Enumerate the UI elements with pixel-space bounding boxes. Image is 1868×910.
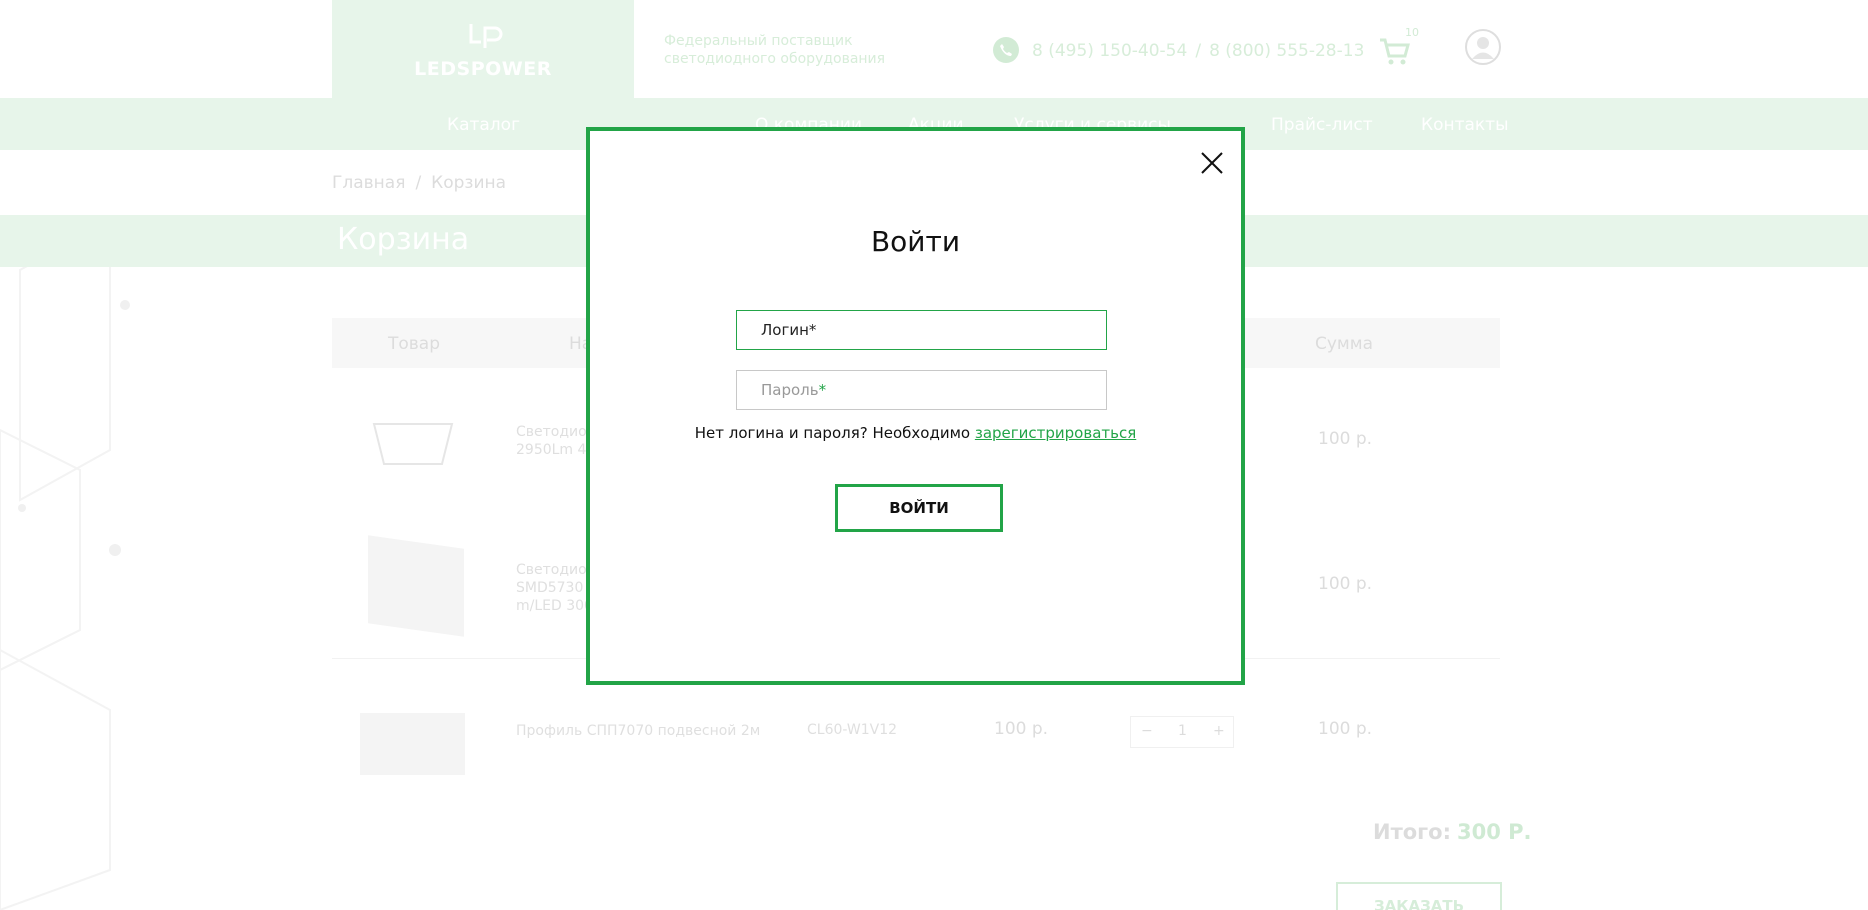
total-amount: 300 Р. <box>1456 820 1532 844</box>
breadcrumb-separator: / <box>415 173 422 193</box>
product-name[interactable]: Светодио 2950Lm 45 <box>516 423 595 459</box>
breadcrumb-home[interactable]: Главная <box>332 173 405 193</box>
breadcrumb: Главная / Корзина <box>332 173 506 193</box>
cart-total: Итого: 300 Р. <box>1373 820 1532 844</box>
quantity-value[interactable]: 1 <box>1178 723 1187 739</box>
quantity-decrement-button[interactable]: − <box>1141 723 1153 739</box>
nav-item-contacts[interactable]: Контакты <box>1421 115 1509 135</box>
product-price: 100 р. <box>994 719 1049 739</box>
quantity-stepper[interactable]: − 1 + <box>1130 716 1234 748</box>
breadcrumb-current: Корзина <box>431 173 507 193</box>
header-tagline: Федеральный поставщик светодиодного обор… <box>664 33 886 67</box>
page-title: Корзина <box>337 222 470 257</box>
phone-link-2[interactable]: 8 (800) 555-28-13 <box>1209 41 1364 61</box>
site-header <box>0 0 1868 98</box>
row-sum: 100 р. <box>1318 574 1373 594</box>
product-image[interactable] <box>360 713 465 775</box>
product-image[interactable] <box>368 535 464 637</box>
cart-count-badge: 10 <box>1405 26 1419 39</box>
product-article: CL60-W1V12 <box>807 722 898 738</box>
page: LEDSPOWER Федеральный поставщик светодио… <box>0 0 1868 910</box>
logo-text: LEDSPOWER <box>414 58 552 80</box>
cart-icon[interactable] <box>1378 34 1412 68</box>
column-header-sum: Сумма <box>1315 334 1373 354</box>
product-image[interactable] <box>370 418 456 468</box>
column-header-product: Товар <box>388 334 441 354</box>
login-input[interactable] <box>736 310 1107 350</box>
phone-separator: / <box>1195 41 1202 61</box>
phone-link-1[interactable]: 8 (495) 150-40-54 <box>1032 41 1187 61</box>
login-modal: Войти Логин* Пароль* Нет логина и пароля… <box>586 127 1245 685</box>
row-sum: 100 р. <box>1318 429 1373 449</box>
login-submit-button[interactable]: ВОЙТИ <box>835 484 1003 532</box>
product-name[interactable]: Светодио SMD5730 m/LED 300 <box>516 561 593 615</box>
password-input[interactable] <box>736 370 1107 410</box>
nav-item-price-list[interactable]: Прайс-лист <box>1271 115 1373 135</box>
close-icon[interactable] <box>1199 150 1225 176</box>
logo-mark-icon <box>469 24 503 48</box>
modal-title: Войти <box>870 225 961 258</box>
phone-icon <box>993 37 1019 63</box>
total-label: Итого: <box>1373 820 1451 844</box>
register-link[interactable]: зарегистрироваться <box>975 424 1136 442</box>
product-name[interactable]: Профиль СПП7070 подвесной 2м <box>516 722 760 740</box>
quantity-increment-button[interactable]: + <box>1213 723 1225 739</box>
row-sum: 100 р. <box>1318 719 1373 739</box>
register-hint: Нет логина и пароля? Необходимо зарегист… <box>694 424 1137 442</box>
header-phones: 8 (495) 150-40-54 / 8 (800) 555-28-13 <box>1032 41 1364 61</box>
order-button[interactable]: ЗАКАЗАТЬ <box>1336 882 1502 910</box>
nav-item-catalog[interactable]: Каталог <box>447 115 520 135</box>
profile-icon[interactable] <box>1464 28 1502 66</box>
